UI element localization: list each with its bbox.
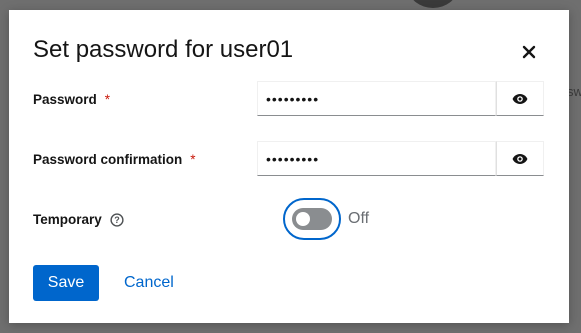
password-confirmation-label-text: Password confirmation bbox=[33, 152, 183, 167]
temporary-toggle[interactable] bbox=[283, 198, 341, 240]
cancel-button[interactable]: Cancel bbox=[114, 265, 184, 301]
toggle-track bbox=[292, 208, 332, 230]
show-password-confirmation-button[interactable] bbox=[496, 141, 544, 176]
password-input-group bbox=[257, 81, 544, 116]
password-confirmation-label: Password confirmation * bbox=[33, 152, 196, 167]
help-icon[interactable]: ? bbox=[110, 212, 124, 227]
dialog-title: Set password for user01 bbox=[33, 36, 294, 63]
required-mark: * bbox=[104, 92, 111, 107]
close-icon bbox=[522, 45, 536, 59]
close-button[interactable] bbox=[517, 40, 541, 64]
temporary-label-text: Temporary bbox=[33, 212, 102, 227]
password-field[interactable] bbox=[257, 81, 496, 116]
svg-text:?: ? bbox=[114, 215, 120, 225]
toggle-knob bbox=[296, 212, 310, 226]
question-circle-icon: ? bbox=[110, 212, 124, 227]
save-button[interactable]: Save bbox=[33, 265, 99, 301]
backdrop-avatar bbox=[409, 0, 457, 8]
password-confirmation-input-group bbox=[257, 141, 544, 176]
eye-icon bbox=[512, 93, 528, 104]
set-password-dialog: Set password for user01 Password * Passw… bbox=[9, 10, 569, 323]
password-label: Password * bbox=[33, 92, 110, 107]
temporary-label: Temporary ? bbox=[33, 212, 124, 227]
show-password-button[interactable] bbox=[496, 81, 544, 116]
required-mark: * bbox=[190, 152, 196, 167]
eye-icon bbox=[512, 153, 528, 164]
temporary-toggle-wrap: Off bbox=[283, 198, 369, 240]
password-confirmation-field[interactable] bbox=[257, 141, 496, 176]
backdrop-partial-text: sw bbox=[567, 84, 581, 99]
toggle-state-label: Off bbox=[348, 210, 370, 227]
password-label-text: Password bbox=[33, 92, 97, 107]
